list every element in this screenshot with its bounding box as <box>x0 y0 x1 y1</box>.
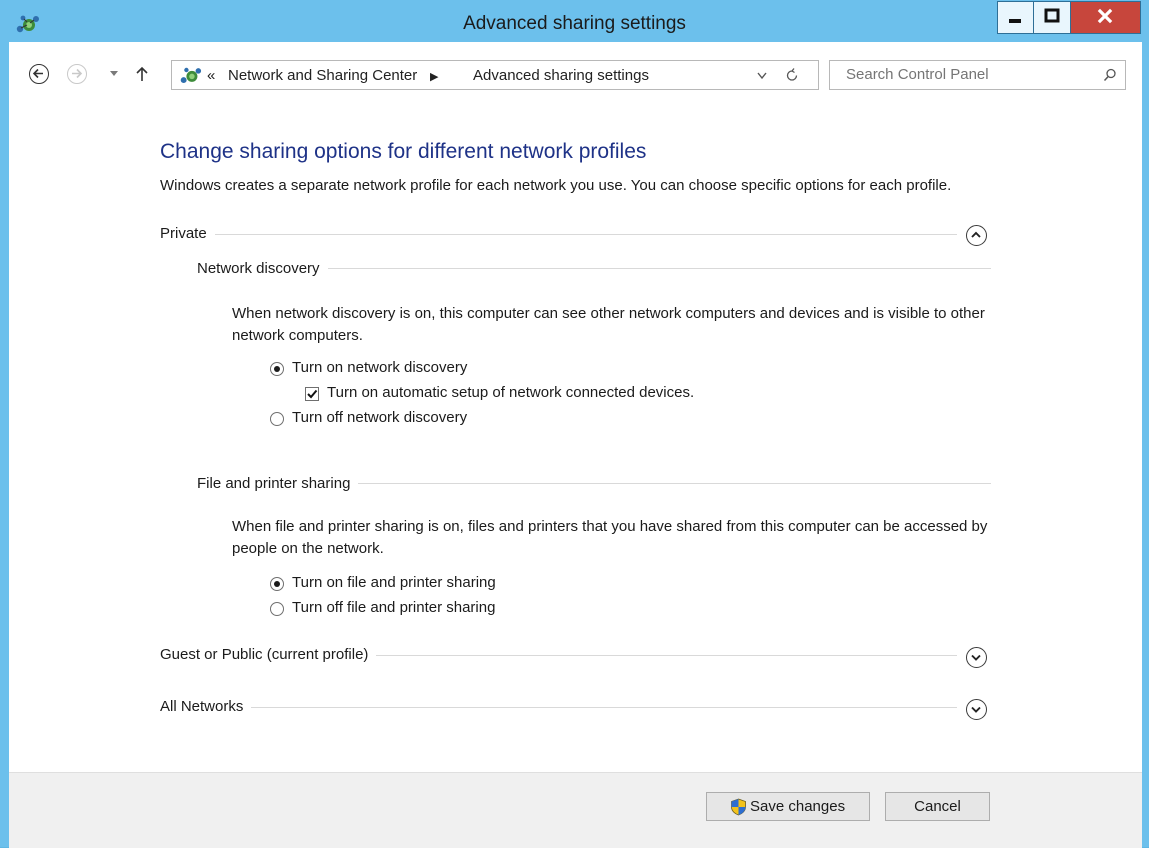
window-title: Advanced sharing settings <box>463 13 686 34</box>
checkmark-icon <box>307 389 318 399</box>
network-discovery-description: When network discovery is on, this compu… <box>232 305 985 344</box>
file-sharing-header: File and printer sharing <box>197 475 359 492</box>
save-changes-button[interactable]: Save changes <box>706 792 870 821</box>
up-arrow-icon[interactable] <box>135 65 149 83</box>
cancel-label: Cancel <box>914 798 961 815</box>
forward-button[interactable] <box>67 64 87 84</box>
collapse-private-button[interactable] <box>966 225 987 246</box>
address-bar[interactable]: « Network and Sharing Center ▶ Advanced … <box>171 60 819 90</box>
close-icon <box>1097 8 1113 24</box>
page-title: Change sharing options for different net… <box>160 140 647 163</box>
auto-setup-label[interactable]: Turn on automatic setup of network conne… <box>327 384 694 401</box>
maximize-button[interactable] <box>1034 1 1071 34</box>
main-content: Change sharing options for different net… <box>9 98 1142 816</box>
close-button[interactable] <box>1071 1 1141 34</box>
navigation-bar: « Network and Sharing Center ▶ Advanced … <box>9 42 1142 90</box>
footer-bar: Save changes Cancel <box>9 772 1142 848</box>
file-sharing-off-label[interactable]: Turn off file and printer sharing <box>292 599 495 616</box>
breadcrumb-network-and-sharing-center[interactable]: Network and Sharing Center <box>228 67 417 84</box>
page-description: Windows creates a separate network profi… <box>160 177 952 194</box>
uac-shield-icon <box>731 798 746 816</box>
address-dropdown-icon[interactable] <box>756 72 768 80</box>
file-sharing-on-label[interactable]: Turn on file and printer sharing <box>292 574 496 591</box>
network-discovery-on-radio[interactable] <box>270 362 284 376</box>
expand-guest-button[interactable] <box>966 647 987 668</box>
forward-arrow-icon <box>72 68 83 79</box>
network-discovery-on-label[interactable]: Turn on network discovery <box>292 359 467 376</box>
save-changes-label: Save changes <box>750 798 846 815</box>
network-discovery-header: Network discovery <box>197 260 328 277</box>
chevron-up-icon <box>971 231 981 238</box>
file-sharing-off-radio[interactable] <box>270 602 284 616</box>
network-discovery-off-label[interactable]: Turn off network discovery <box>292 409 467 426</box>
cancel-button[interactable]: Cancel <box>885 792 990 821</box>
maximize-icon <box>1044 8 1060 23</box>
app-window: Advanced sharing settings « Network and … <box>0 0 1149 848</box>
title-bar: Advanced sharing settings <box>0 0 1149 42</box>
network-sharing-icon <box>180 67 202 84</box>
profile-guest-header[interactable]: Guest or Public (current profile) <box>160 646 377 663</box>
chevron-down-icon[interactable] <box>108 70 120 78</box>
chevron-down-icon <box>971 654 981 661</box>
refresh-icon[interactable] <box>784 67 800 84</box>
breadcrumb-advanced-sharing-settings[interactable]: Advanced sharing settings <box>473 67 649 84</box>
profile-all-networks-header[interactable]: All Networks <box>160 698 252 715</box>
search-input[interactable] <box>844 65 1088 84</box>
back-button[interactable] <box>29 64 49 84</box>
minimize-button[interactable] <box>997 1 1034 34</box>
private-divider <box>169 234 957 235</box>
file-sharing-description: When file and printer sharing is on, fil… <box>232 518 988 557</box>
auto-setup-checkbox[interactable] <box>305 387 319 401</box>
file-sharing-on-radio[interactable] <box>270 577 284 591</box>
search-icon[interactable] <box>1103 68 1117 82</box>
network-discovery-off-radio[interactable] <box>270 412 284 426</box>
breadcrumb-separator[interactable]: ▶ <box>430 70 438 83</box>
chevron-down-icon <box>971 706 981 713</box>
search-box[interactable] <box>829 60 1126 90</box>
breadcrumb-overflow[interactable]: « <box>207 67 215 84</box>
all-networks-divider <box>169 707 957 708</box>
expand-all-networks-button[interactable] <box>966 699 987 720</box>
profile-private-header[interactable]: Private <box>160 225 215 242</box>
window-client-area: « Network and Sharing Center ▶ Advanced … <box>9 42 1142 848</box>
minimize-icon <box>1009 19 1021 23</box>
back-arrow-icon <box>32 68 43 79</box>
